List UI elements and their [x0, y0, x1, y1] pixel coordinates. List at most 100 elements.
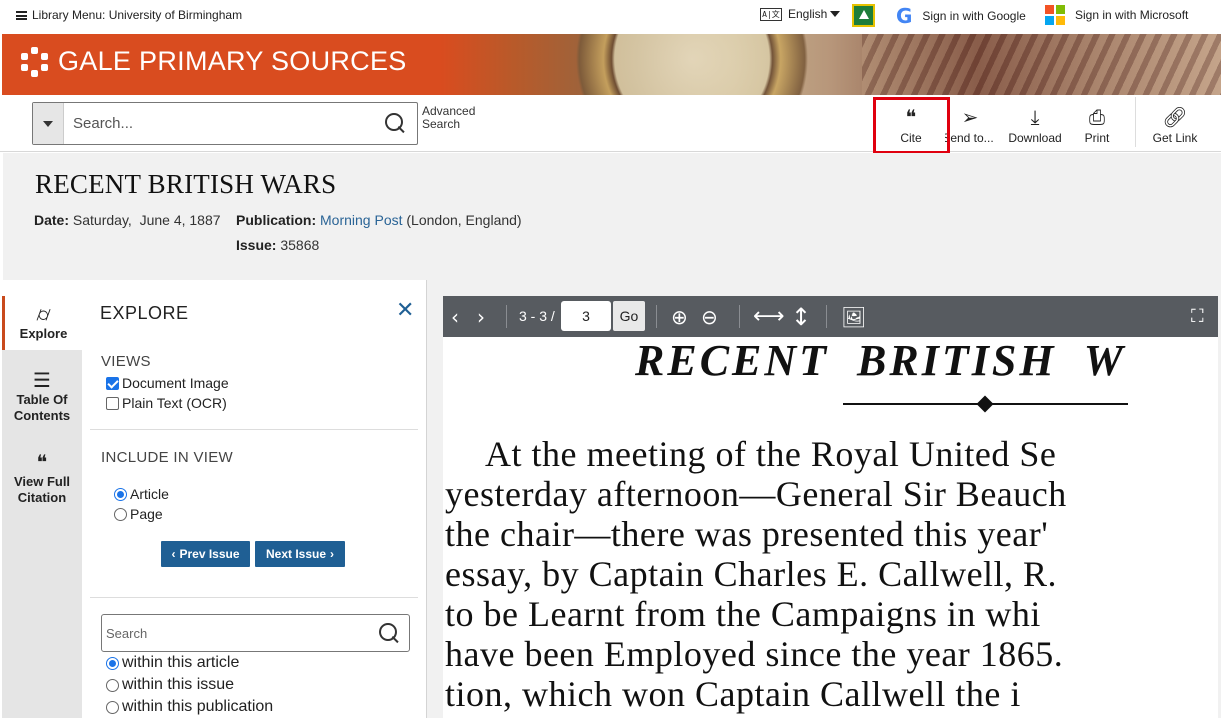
- search-icon[interactable]: [385, 113, 405, 133]
- date-value: Saturday, June 4, 1887: [72, 212, 221, 228]
- print-button[interactable]: ⎙ Print: [1075, 95, 1119, 152]
- google-icon: G: [896, 4, 913, 28]
- language-label[interactable]: English: [788, 7, 827, 21]
- download-icon: ⤓: [1030, 105, 1040, 129]
- article-radio[interactable]: [114, 487, 127, 501]
- next-issue-button[interactable]: Next Issue ›: [255, 541, 345, 567]
- chevron-down-icon: [43, 120, 53, 127]
- rail-explore-label: Explore: [19, 326, 68, 341]
- document-viewer: ‹ › 3 - 3 / Go ⊕ ⊖ ⟷ ↕ 🖼︎ ⛶ RECENT BRITI…: [427, 280, 1221, 718]
- link-icon: 🔗︎: [1162, 105, 1188, 129]
- image-options-button[interactable]: 🖼︎: [841, 296, 866, 337]
- document-header: RECENT BRITISH WARS Date: Saturday, June…: [3, 153, 1221, 280]
- scan-text-line: tion, which won Captain Callwell the i: [445, 674, 1021, 714]
- explore-title: EXPLORE: [100, 303, 189, 323]
- search-scope-dropdown[interactable]: [33, 103, 64, 144]
- plain-text-checkbox[interactable]: [106, 396, 119, 410]
- view-document-image-option[interactable]: Document Image: [106, 375, 229, 391]
- scan-text-line: essay, by Captain Charles E. Callwell, R…: [445, 554, 1058, 594]
- scope-article-option[interactable]: within this article: [106, 654, 239, 672]
- rail-item-table-of-contents[interactable]: ☰ Table Of Contents: [2, 368, 82, 424]
- rail-toc-line1: Table Of: [16, 392, 68, 407]
- page-range: 3 - 3 /: [519, 308, 555, 324]
- download-button[interactable]: ⤓ Download: [1005, 95, 1065, 152]
- chevron-down-icon: [830, 11, 841, 17]
- library-menu[interactable]: Library Menu: University of Birmingham: [16, 8, 242, 22]
- scan-text-line: yesterday afternoon—General Sir Beauch: [445, 474, 1067, 514]
- rail-citation-line2: Citation: [17, 490, 67, 505]
- page-number-input[interactable]: [561, 301, 611, 331]
- send-to-button[interactable]: ➢ Send to...: [945, 95, 995, 152]
- library-menu-label[interactable]: Library Menu: University of Birmingham: [32, 8, 242, 22]
- scope-issue-radio[interactable]: [106, 678, 119, 692]
- scope-article-label: within this article: [122, 654, 240, 671]
- toolbar-divider: [656, 305, 657, 328]
- google-classroom-icon[interactable]: [852, 4, 875, 27]
- prev-issue-button[interactable]: ‹ Prev Issue: [161, 541, 250, 567]
- prev-issue-label: Prev Issue: [179, 547, 240, 561]
- view-plain-text-option[interactable]: Plain Text (OCR): [106, 395, 227, 411]
- search-icon[interactable]: [379, 623, 399, 643]
- list-icon: ☰: [33, 368, 51, 392]
- gale-logo[interactable]: GALE PRIMARY SOURCES: [20, 46, 407, 77]
- scope-publication-option[interactable]: within this publication: [106, 698, 273, 716]
- close-icon[interactable]: ✕: [396, 298, 414, 323]
- include-article-option[interactable]: Article: [114, 486, 169, 502]
- paper-plane-icon: ➢: [961, 105, 979, 129]
- language-selector[interactable]: A|文 English: [760, 7, 841, 21]
- binoculars-icon: ⌭: [36, 302, 51, 326]
- document-publication: Publication: Morning Post (London, Engla…: [236, 212, 522, 228]
- hamburger-menu-icon[interactable]: [16, 10, 27, 20]
- rail-citation-line1: View Full: [13, 474, 71, 489]
- views-heading: VIEWS: [101, 353, 151, 370]
- toolbar-divider: [826, 305, 827, 328]
- fit-height-icon: ↕: [791, 302, 812, 331]
- panel-search-input[interactable]: [102, 625, 362, 641]
- sign-in-google[interactable]: G Sign in with Google: [896, 6, 1026, 26]
- issue-label: Issue:: [236, 237, 277, 253]
- include-article-label: Article: [130, 486, 169, 502]
- next-page-button[interactable]: ›: [477, 296, 485, 337]
- include-page-option[interactable]: Page: [114, 506, 163, 522]
- scope-publication-radio[interactable]: [106, 700, 119, 714]
- panel-divider: [90, 429, 418, 430]
- fit-width-icon: ⟷: [753, 304, 785, 329]
- fit-width-button[interactable]: ⟷: [753, 296, 785, 337]
- scope-publication-label: within this publication: [122, 698, 274, 715]
- scan-text-line: to be Learnt from the Campaigns in whi: [445, 594, 1041, 634]
- document-date: Date: Saturday, June 4, 1887: [34, 212, 221, 228]
- rail-item-view-full-citation[interactable]: ❝ View Full Citation: [2, 450, 82, 506]
- publication-label: Publication:: [236, 212, 317, 228]
- panel-search-box: [101, 614, 410, 652]
- prev-page-button[interactable]: ‹: [451, 296, 459, 337]
- document-image-checkbox[interactable]: [106, 376, 119, 390]
- publication-place: (London, England): [406, 212, 522, 228]
- rail-item-explore[interactable]: ⌭ Explore: [2, 296, 82, 350]
- search-input[interactable]: [64, 115, 364, 132]
- publication-link[interactable]: Morning Post: [320, 212, 402, 228]
- get-link-label: Get Link: [1152, 131, 1198, 145]
- document-issue: Issue: 35868: [236, 237, 319, 253]
- issue-value: 35868: [280, 237, 320, 253]
- get-link-button[interactable]: 🔗︎ Get Link: [1147, 95, 1203, 152]
- microsoft-icon: [1045, 5, 1065, 25]
- sign-in-microsoft-label[interactable]: Sign in with Microsoft: [1075, 8, 1188, 22]
- print-label: Print: [1084, 131, 1110, 145]
- advanced-search-link[interactable]: Advanced Search: [422, 105, 482, 131]
- sign-in-microsoft[interactable]: Sign in with Microsoft: [1045, 5, 1188, 25]
- fullscreen-button[interactable]: ⛶: [1191, 296, 1204, 337]
- translate-icon: A|文: [760, 7, 782, 21]
- fullscreen-icon: ⛶: [1191, 306, 1204, 327]
- zoom-in-button[interactable]: ⊕: [671, 296, 688, 337]
- fit-height-button[interactable]: ↕: [791, 296, 811, 337]
- zoom-out-button[interactable]: ⊖: [701, 296, 718, 337]
- scope-article-radio[interactable]: [106, 656, 119, 670]
- go-button[interactable]: Go: [613, 301, 645, 331]
- zoom-out-icon: ⊖: [701, 304, 718, 329]
- page-radio[interactable]: [114, 507, 127, 521]
- scope-issue-option[interactable]: within this issue: [106, 676, 234, 694]
- scope-issue-label: within this issue: [122, 676, 235, 693]
- sign-in-google-label[interactable]: Sign in with Google: [922, 9, 1025, 23]
- view-plain-text-label: Plain Text (OCR): [122, 395, 227, 411]
- download-label: Download: [1008, 131, 1062, 145]
